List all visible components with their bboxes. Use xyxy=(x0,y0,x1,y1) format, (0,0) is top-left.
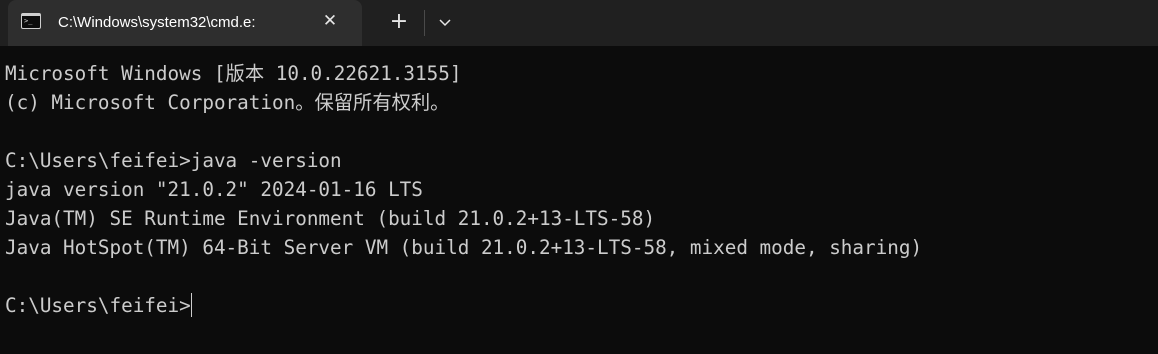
close-icon[interactable]: ✕ xyxy=(320,11,340,31)
terminal-line: C:\Users\feifei>java -version xyxy=(5,149,342,172)
terminal-line: Microsoft Windows [版本 10.0.22621.3155] xyxy=(5,62,462,85)
terminal-prompt-line[interactable]: C:\Users\feifei> xyxy=(5,291,1153,320)
tab-bar: >_ C:\Windows\system32\cmd.e: ✕ + xyxy=(0,0,1158,46)
terminal-line: java version "21.0.2" 2024-01-16 LTS xyxy=(5,178,423,201)
chevron-down-icon[interactable] xyxy=(432,10,458,36)
text-cursor xyxy=(190,293,192,317)
command-prompt-icon: >_ xyxy=(21,13,41,29)
terminal-window: >_ C:\Windows\system32\cmd.e: ✕ + Micros… xyxy=(0,0,1158,354)
terminal-line: Java(TM) SE Runtime Environment (build 2… xyxy=(5,207,656,230)
active-tab[interactable]: >_ C:\Windows\system32\cmd.e: ✕ xyxy=(8,0,362,46)
terminal-line: (c) Microsoft Corporation。保留所有权利。 xyxy=(5,91,450,114)
terminal-line: Java HotSpot(TM) 64-Bit Server VM (build… xyxy=(5,236,923,259)
terminal-prompt: C:\Users\feifei> xyxy=(5,294,191,317)
tab-title: C:\Windows\system32\cmd.e: xyxy=(58,14,256,31)
plus-icon[interactable]: + xyxy=(386,9,412,35)
terminal-output[interactable]: Microsoft Windows [版本 10.0.22621.3155] (c… xyxy=(5,59,1153,349)
tab-divider xyxy=(424,10,425,36)
